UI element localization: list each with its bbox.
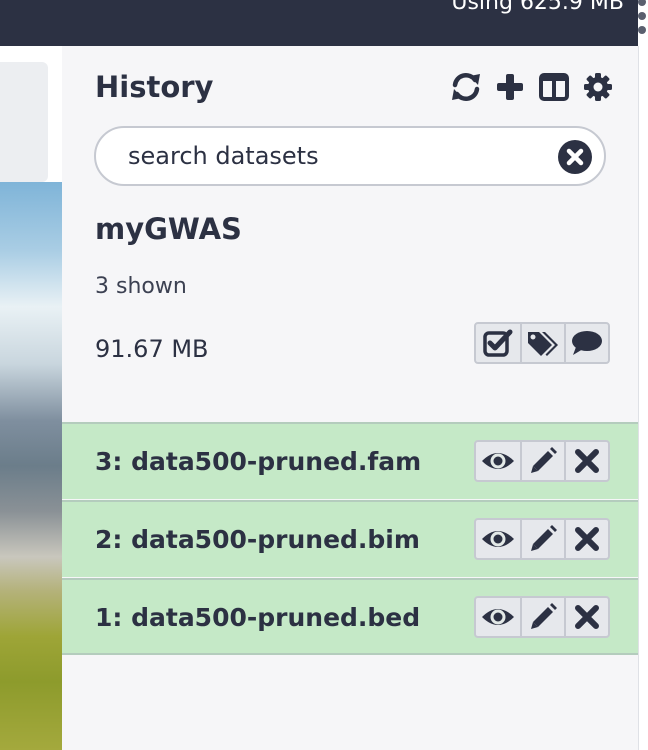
eye-icon[interactable] xyxy=(476,520,520,558)
history-options xyxy=(444,70,620,104)
dataset-title[interactable]: 2: data500-pruned.bim xyxy=(95,525,420,554)
dataset-actions xyxy=(474,518,610,560)
pencil-icon[interactable] xyxy=(520,598,564,636)
comment-icon[interactable] xyxy=(564,324,608,362)
pencil-icon[interactable] xyxy=(520,520,564,558)
dataset-item[interactable]: 1: data500-pruned.bed xyxy=(62,578,638,655)
history-panel-title: History xyxy=(95,70,214,104)
gear-icon[interactable] xyxy=(576,70,620,104)
delete-icon[interactable] xyxy=(564,442,608,480)
search-box xyxy=(94,126,606,186)
dataset-title[interactable]: 1: data500-pruned.bed xyxy=(95,603,420,632)
dataset-item[interactable]: 2: data500-pruned.bim xyxy=(62,500,638,577)
history-name[interactable]: myGWAS xyxy=(95,212,242,246)
eye-icon[interactable] xyxy=(476,442,520,480)
search-input[interactable] xyxy=(128,138,548,174)
history-size: 91.67 MB xyxy=(95,335,209,363)
tags-icon[interactable] xyxy=(520,324,564,362)
masthead-menu-handle[interactable] xyxy=(636,0,648,46)
pencil-icon[interactable] xyxy=(520,442,564,480)
delete-icon[interactable] xyxy=(564,598,608,636)
dataset-actions xyxy=(474,440,610,482)
dataset-title[interactable]: 3: data500-pruned.fam xyxy=(95,447,421,476)
plus-icon[interactable] xyxy=(488,70,532,104)
landscape-image xyxy=(0,182,62,750)
delete-icon[interactable] xyxy=(564,520,608,558)
eye-icon[interactable] xyxy=(476,598,520,636)
right-panel-edge xyxy=(638,46,648,750)
history-actions xyxy=(474,322,610,364)
refresh-icon[interactable] xyxy=(444,70,488,104)
columns-icon[interactable] xyxy=(532,70,576,104)
center-panel-card xyxy=(0,62,48,182)
quota-usage-text: Using 625.9 MB xyxy=(451,0,624,15)
shown-count: 3 shown xyxy=(95,274,187,299)
center-panel xyxy=(0,46,62,750)
dataset-actions xyxy=(474,596,610,638)
check-square-icon[interactable] xyxy=(476,324,520,362)
history-panel: History search datasets myGWAS 3 shown 9… xyxy=(62,46,638,750)
masthead: Using 625.9 MB xyxy=(0,0,638,46)
clear-search-icon[interactable] xyxy=(558,140,592,174)
dataset-item[interactable]: 3: data500-pruned.fam xyxy=(62,422,638,499)
